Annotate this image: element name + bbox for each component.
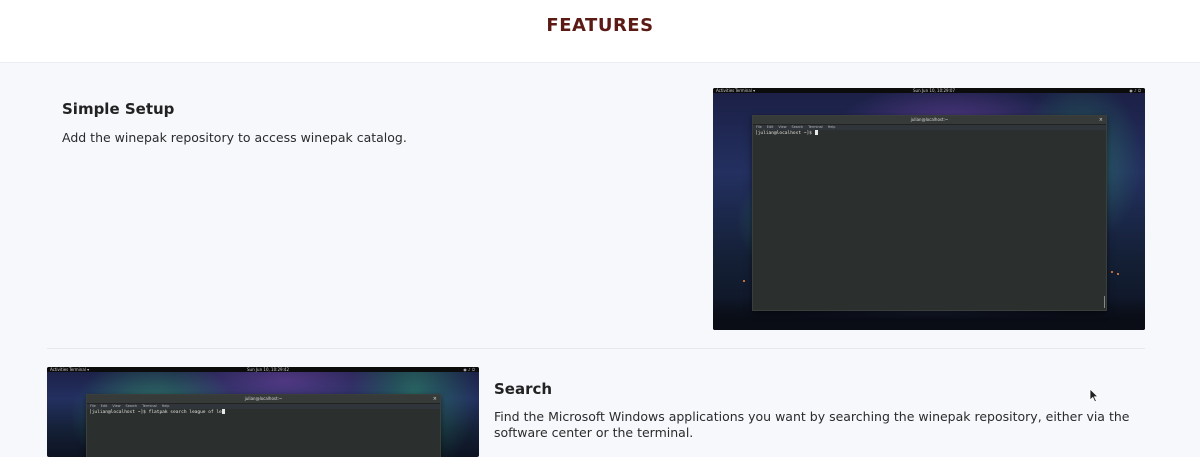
- terminal-menu-help: Help: [161, 404, 170, 408]
- topbar-status-icons: ◉ ♪ ⏻: [1129, 88, 1141, 93]
- topbar-activities: Activities: [50, 367, 69, 372]
- terminal-window-title: julian@localhost:~: [910, 117, 949, 122]
- terminal-menu-search: Search: [125, 404, 138, 408]
- village-light: [1111, 271, 1113, 273]
- topbar-app-menu: Terminal ▾: [735, 88, 756, 93]
- topbar-status-icons: ◉ ♪ ⏻: [463, 367, 475, 372]
- topbar-clock: Sun Jun 10, 10:29:07: [913, 88, 955, 93]
- terminal-menu-edit: Edit: [100, 404, 108, 408]
- village-light: [1117, 273, 1119, 275]
- desktop-topbar: Activities Terminal ▾ Sun Jun 10, 10:29:…: [713, 88, 1145, 93]
- terminal-cursor: [814, 130, 818, 135]
- feature-title-search: Search: [494, 380, 553, 398]
- terminal-menu-view: View: [112, 404, 121, 408]
- mouse-pointer-icon: [1089, 388, 1099, 403]
- terminal-window: julian@localhost:~ × File Edit View Sear…: [752, 115, 1107, 311]
- terminal-menu-help: Help: [827, 125, 836, 129]
- topbar-app-menu: Terminal ▾: [69, 367, 90, 372]
- feature-description-search: Find the Microsoft Windows applications …: [494, 409, 1130, 440]
- close-icon: ×: [1098, 117, 1103, 123]
- terminal-menu-file: File: [756, 125, 762, 129]
- topbar-activities: Activities: [716, 88, 735, 93]
- terminal-menu-search: Search: [791, 125, 804, 129]
- close-icon: ×: [432, 396, 437, 402]
- section-divider: [47, 348, 1145, 349]
- terminal-scrollbar: [1103, 296, 1105, 308]
- terminal-prompt-line: [julian@localhost ~]$: [753, 130, 1106, 137]
- terminal-menu-view: View: [778, 125, 787, 129]
- terminal-titlebar: julian@localhost:~ ×: [87, 395, 440, 404]
- desktop-topbar: Activities Terminal ▾ Sun Jun 10, 10:29:…: [47, 367, 479, 372]
- terminal-titlebar: julian@localhost:~ ×: [753, 116, 1106, 125]
- page-header: FEATURES: [0, 0, 1200, 63]
- terminal-prompt-line: [julian@localhost ~]$ flatpak search lea…: [87, 409, 440, 416]
- terminal-window: julian@localhost:~ × File Edit View Sear…: [86, 394, 441, 457]
- feature-title-simple-setup: Simple Setup: [62, 100, 175, 118]
- feature-description-simple-setup: Add the winepak repository to access win…: [62, 130, 407, 145]
- topbar-clock: Sun Jun 10, 10:29:42: [247, 367, 289, 372]
- terminal-menu-terminal: Terminal: [142, 404, 157, 408]
- terminal-menu-terminal: Terminal: [808, 125, 823, 129]
- terminal-prompt: [julian@localhost ~]$: [755, 131, 815, 136]
- terminal-prompt: [julian@localhost ~]$ flatpak search lea…: [89, 410, 222, 415]
- village-light: [743, 280, 745, 282]
- screenshot-simple-setup: Activities Terminal ▾ Sun Jun 10, 10:29:…: [713, 88, 1145, 330]
- terminal-menu-edit: Edit: [766, 125, 774, 129]
- terminal-menu-file: File: [90, 404, 96, 408]
- terminal-cursor: [221, 409, 225, 414]
- terminal-window-title: julian@localhost:~: [244, 396, 283, 401]
- page-title: FEATURES: [546, 15, 654, 36]
